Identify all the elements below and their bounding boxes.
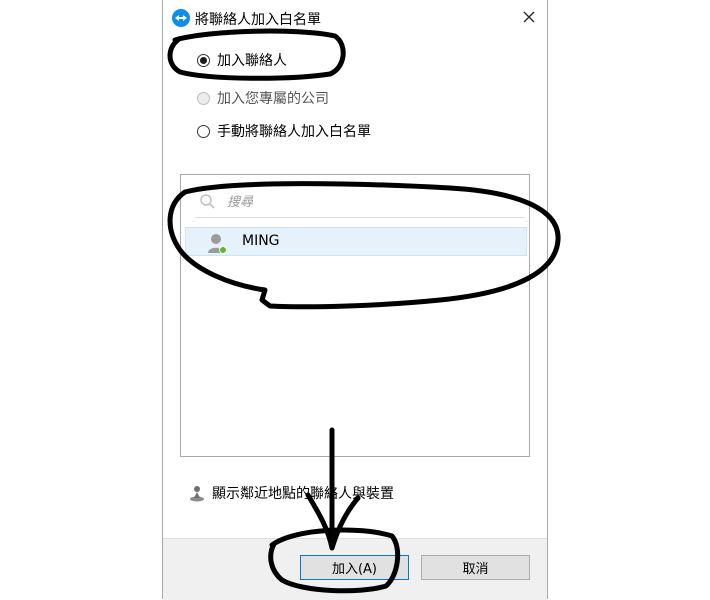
option-add-company-label: 加入您專屬的公司 xyxy=(217,91,329,107)
window-title: 將聯絡人加入白名單 xyxy=(195,12,321,28)
close-icon[interactable] xyxy=(521,9,537,25)
radio-add-company xyxy=(197,91,210,105)
add-button[interactable]: 加入(A) xyxy=(300,555,409,580)
show-nearby-label: 顯示鄰近地點的聯絡人與裝置 xyxy=(212,486,394,502)
contact-list-panel: MING xyxy=(180,174,530,457)
show-nearby-link[interactable]: 顯示鄰近地點的聯絡人與裝置 xyxy=(188,483,394,503)
teamviewer-logo-icon xyxy=(172,9,190,27)
option-manual-whitelist[interactable]: 手動將聯絡人加入白名單 xyxy=(197,121,371,141)
option-manual-whitelist-label: 手動將聯絡人加入白名單 xyxy=(217,124,371,140)
radio-manual-whitelist[interactable] xyxy=(197,124,210,138)
contact-name: MING xyxy=(242,233,280,249)
search-icon xyxy=(200,194,215,209)
contact-item[interactable]: MING xyxy=(185,227,527,256)
option-add-company: 加入您專屬的公司 xyxy=(197,88,329,108)
contact-avatar-icon xyxy=(208,234,227,254)
title-bar: 將聯絡人加入白名單 xyxy=(163,0,547,36)
whitelist-dialog: 將聯絡人加入白名單 加入聯絡人 加入您專屬的公司 手動將聯絡人加入白名單 搜尋 … xyxy=(162,0,548,600)
search-input[interactable] xyxy=(225,191,509,213)
nearby-location-icon xyxy=(190,486,204,502)
dialog-footer: 加入(A) 取消 xyxy=(163,538,547,600)
option-add-contact[interactable]: 加入聯絡人 xyxy=(197,50,287,70)
cancel-button[interactable]: 取消 xyxy=(421,555,530,580)
option-add-contact-label: 加入聯絡人 xyxy=(217,53,287,69)
radio-add-contact[interactable] xyxy=(197,53,210,67)
search-bar xyxy=(195,189,525,218)
